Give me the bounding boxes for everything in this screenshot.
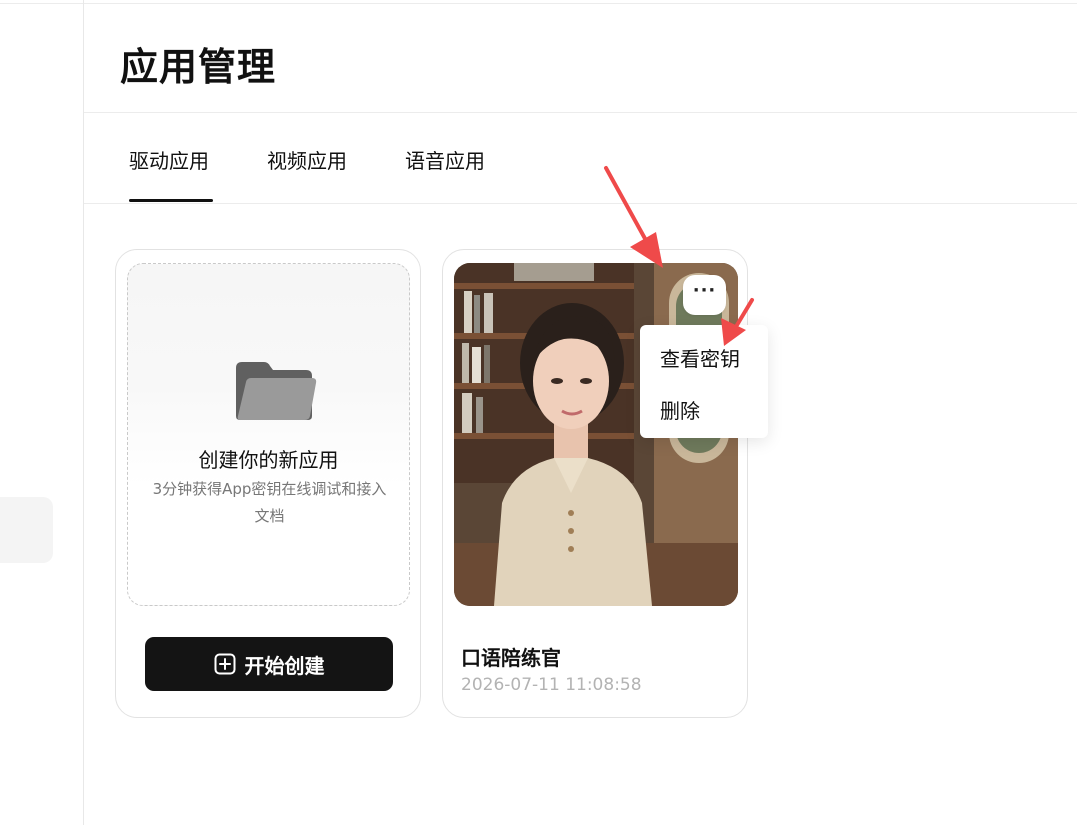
- more-dots-icon: ···: [692, 280, 717, 301]
- sidebar: [0, 0, 84, 825]
- app-card[interactable]: 口语陪练官 2026-07-11 11:08:58: [442, 249, 748, 718]
- sidebar-active-item[interactable]: [0, 497, 53, 563]
- create-app-title: 创建你的新应用: [198, 448, 339, 472]
- top-border: [0, 3, 1077, 4]
- tab-voice-apps[interactable]: 语音应用: [405, 145, 485, 174]
- tab-bar: 驱动应用 视频应用 语音应用: [84, 113, 1077, 204]
- page-title: 应用管理: [120, 45, 277, 89]
- app-context-menu: 查看密钥 删除: [640, 325, 768, 438]
- start-create-button[interactable]: 开始创建: [145, 637, 393, 691]
- start-create-label: 开始创建: [244, 653, 325, 678]
- more-options-button[interactable]: ···: [683, 275, 726, 315]
- active-tab-indicator: [129, 199, 213, 202]
- folder-icon: [236, 362, 317, 420]
- create-app-card: 创建你的新应用 3分钟获得App密钥在线调试和接入文档 开始创建: [115, 249, 421, 718]
- create-app-dropzone[interactable]: 创建你的新应用 3分钟获得App密钥在线调试和接入文档: [127, 263, 410, 606]
- tab-drive-apps[interactable]: 驱动应用: [129, 145, 209, 174]
- tab-video-apps[interactable]: 视频应用: [267, 145, 347, 174]
- menu-item-delete[interactable]: 删除: [660, 395, 700, 424]
- plus-square-icon: [214, 653, 235, 675]
- app-name: 口语陪练官: [461, 646, 561, 670]
- menu-item-view-key[interactable]: 查看密钥: [660, 343, 740, 372]
- app-created-date: 2026-07-11 11:08:58: [461, 675, 642, 695]
- create-app-description: 3分钟获得App密钥在线调试和接入文档: [152, 480, 387, 525]
